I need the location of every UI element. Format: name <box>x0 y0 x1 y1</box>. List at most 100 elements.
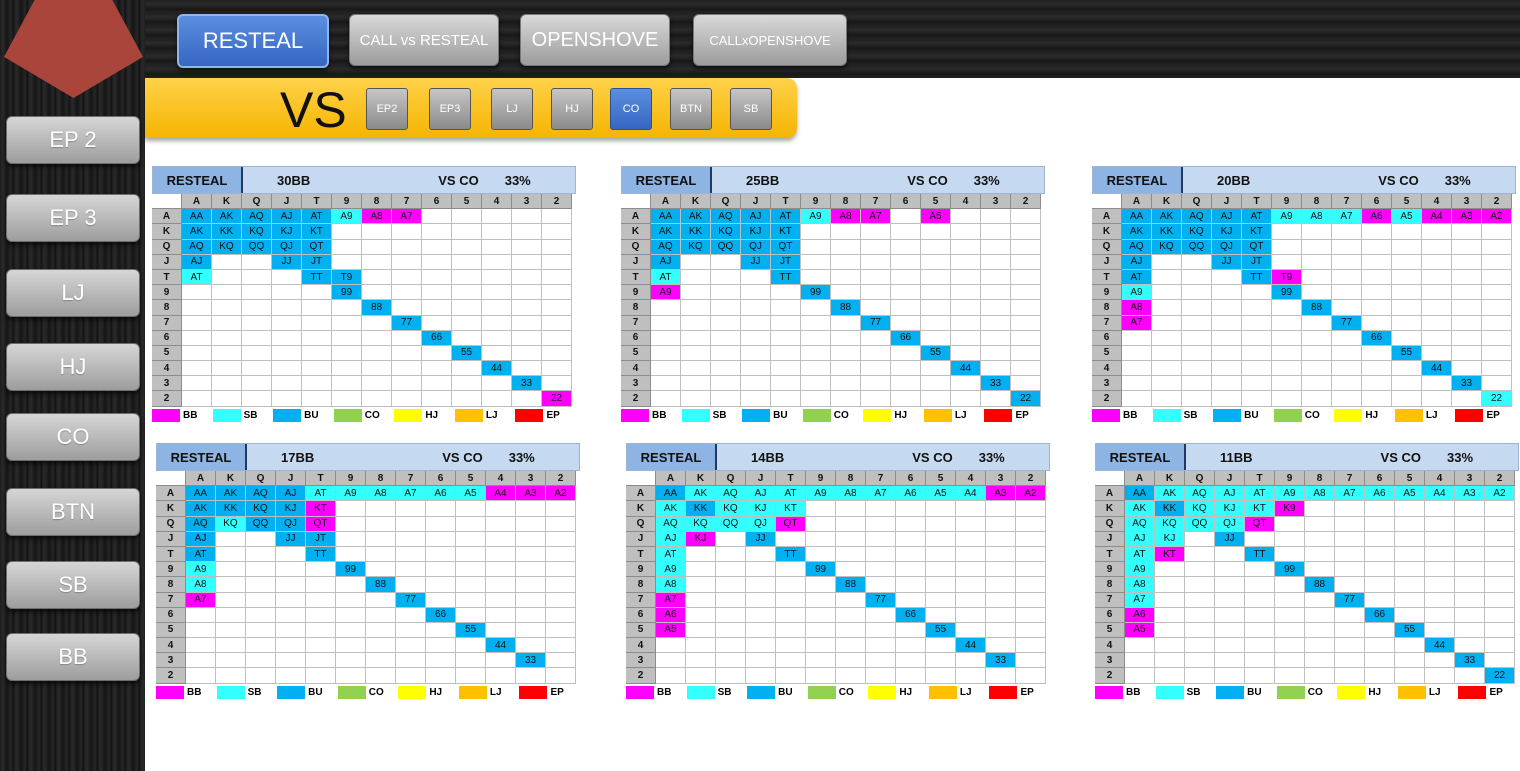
hand-cell: A7 <box>1125 592 1155 608</box>
hand-cell: AK <box>182 224 212 240</box>
hand-cell <box>516 546 546 563</box>
hand-cell <box>981 209 1011 225</box>
hand-cell <box>336 531 366 547</box>
hand-cell: A5 <box>1392 209 1422 225</box>
hand-cell <box>182 285 212 301</box>
hand-cell <box>891 345 921 362</box>
sidebar-item-ep2[interactable]: EP 2 <box>6 116 140 164</box>
hand-cell: T9 <box>1272 269 1302 286</box>
home-pentagon-icon[interactable] <box>4 0 143 98</box>
grid-corner <box>626 471 656 487</box>
hand-grid: A K Q J T 9 8 7 6 5 4 3 2 A AA AK AQ AJ AT A9 A8 A7 A6 A5 A4 A3 A2… <box>1095 471 1519 684</box>
callxopenshove-button[interactable]: CALLxOPENSHOVE <box>693 14 847 66</box>
vs-button-btn[interactable]: BTN <box>670 88 712 130</box>
range-percent: 33% <box>973 172 1000 188</box>
legend-swatch <box>989 685 1018 699</box>
range-panel: RESTEAL 25BB VS CO 33% A K Q J T 9 8 7 6 5 4 3 2 A AA AK AQ A… <box>621 166 1045 423</box>
hand-cell <box>1125 668 1155 684</box>
column-header: 4 <box>951 194 981 210</box>
hand-cell <box>366 592 396 608</box>
range-panel: RESTEAL 20BB VS CO 33% A K Q J T 9 8 7 6 5 4 3 2 A AA AK AQ A… <box>1092 166 1516 423</box>
hand-cell <box>716 668 746 684</box>
hand-cell: AK <box>216 486 246 502</box>
hand-cell <box>776 638 806 654</box>
row-header: 2 <box>1095 668 1125 684</box>
hand-cell <box>362 315 392 331</box>
sidebar-item-co[interactable]: CO <box>6 413 140 461</box>
hand-cell <box>396 668 426 684</box>
hand-cell <box>746 622 776 639</box>
hand-cell: AT <box>1245 486 1275 502</box>
legend-item: BU <box>747 685 808 699</box>
resteal-button[interactable]: RESTEAL <box>177 14 329 68</box>
sidebar-item-ep3[interactable]: EP 3 <box>6 194 140 242</box>
hand-cell: AT <box>182 269 212 286</box>
range-percent: 33% <box>504 172 531 188</box>
hand-cell <box>482 209 512 225</box>
legend-item: EP <box>989 685 1050 699</box>
legend-swatch <box>152 408 180 422</box>
hand-cell <box>831 224 861 240</box>
hand-cell: KJ <box>686 531 716 547</box>
hand-cell: A9 <box>1275 486 1305 502</box>
hand-cell <box>482 269 512 286</box>
vs-button-co[interactable]: CO <box>610 88 652 130</box>
vs-button-ep3[interactable]: EP3 <box>429 88 471 130</box>
hand-cell <box>861 239 891 255</box>
row-header: 5 <box>1095 622 1125 639</box>
hand-cell <box>686 607 716 623</box>
hand-cell <box>1302 391 1332 407</box>
sidebar-item-sb[interactable]: SB <box>6 561 140 609</box>
sidebar-item-bb[interactable]: BB <box>6 633 140 681</box>
row-header: 6 <box>152 330 182 346</box>
vs-button-lj[interactable]: LJ <box>491 88 533 130</box>
vs-button-ep2[interactable]: EP2 <box>366 88 408 130</box>
hand-cell <box>836 668 866 684</box>
hand-cell <box>366 546 396 563</box>
hand-cell <box>1305 622 1335 639</box>
row-header: K <box>621 224 651 240</box>
column-header: 8 <box>366 471 396 487</box>
hand-cell <box>1392 361 1422 377</box>
hand-cell: KQ <box>686 516 716 532</box>
vs-button-sb[interactable]: SB <box>730 88 772 130</box>
hand-cell <box>336 607 366 623</box>
hand-cell: AQ <box>182 239 212 255</box>
hand-cell <box>921 224 951 240</box>
call-vs-resteal-button[interactable]: CALL vs RESTEAL <box>349 14 499 66</box>
hand-cell <box>366 516 396 532</box>
hand-cell: 88 <box>1302 300 1332 316</box>
legend-swatch <box>454 408 483 422</box>
hand-cell: AK <box>1125 501 1155 517</box>
hand-cell: KQ <box>242 224 272 240</box>
hand-cell <box>1275 577 1305 593</box>
hand-cell: AA <box>1122 209 1152 225</box>
hand-cell <box>896 622 926 639</box>
hand-cell <box>452 285 482 301</box>
hand-cell <box>512 300 542 316</box>
sidebar-item-hj[interactable]: HJ <box>6 343 140 391</box>
hand-cell <box>1302 269 1332 286</box>
vs-position: VS CO <box>907 172 948 188</box>
openshove-button[interactable]: OPENSHOVE <box>520 14 670 66</box>
hand-cell <box>336 653 366 669</box>
hand-cell <box>1395 562 1425 578</box>
vs-button-hj[interactable]: HJ <box>551 88 593 130</box>
legend-item: SB <box>1152 408 1214 422</box>
hand-cell <box>1332 376 1362 392</box>
hand-cell <box>986 592 1016 608</box>
hand-cell <box>771 300 801 316</box>
sidebar-item-btn[interactable]: BTN <box>6 488 140 536</box>
hand-cell <box>1305 531 1335 547</box>
hand-cell <box>452 239 482 255</box>
hand-cell <box>516 607 546 623</box>
column-header: 7 <box>861 194 891 210</box>
column-header: 2 <box>1016 471 1046 487</box>
position-legend: BB SB BU CO HJ LJ EP <box>1092 408 1516 423</box>
hand-cell <box>1185 546 1215 563</box>
hand-cell <box>1425 653 1455 669</box>
column-header: 3 <box>512 194 542 210</box>
sidebar-item-lj[interactable]: LJ <box>6 269 140 317</box>
hand-cell <box>681 345 711 362</box>
hand-cell <box>711 254 741 270</box>
